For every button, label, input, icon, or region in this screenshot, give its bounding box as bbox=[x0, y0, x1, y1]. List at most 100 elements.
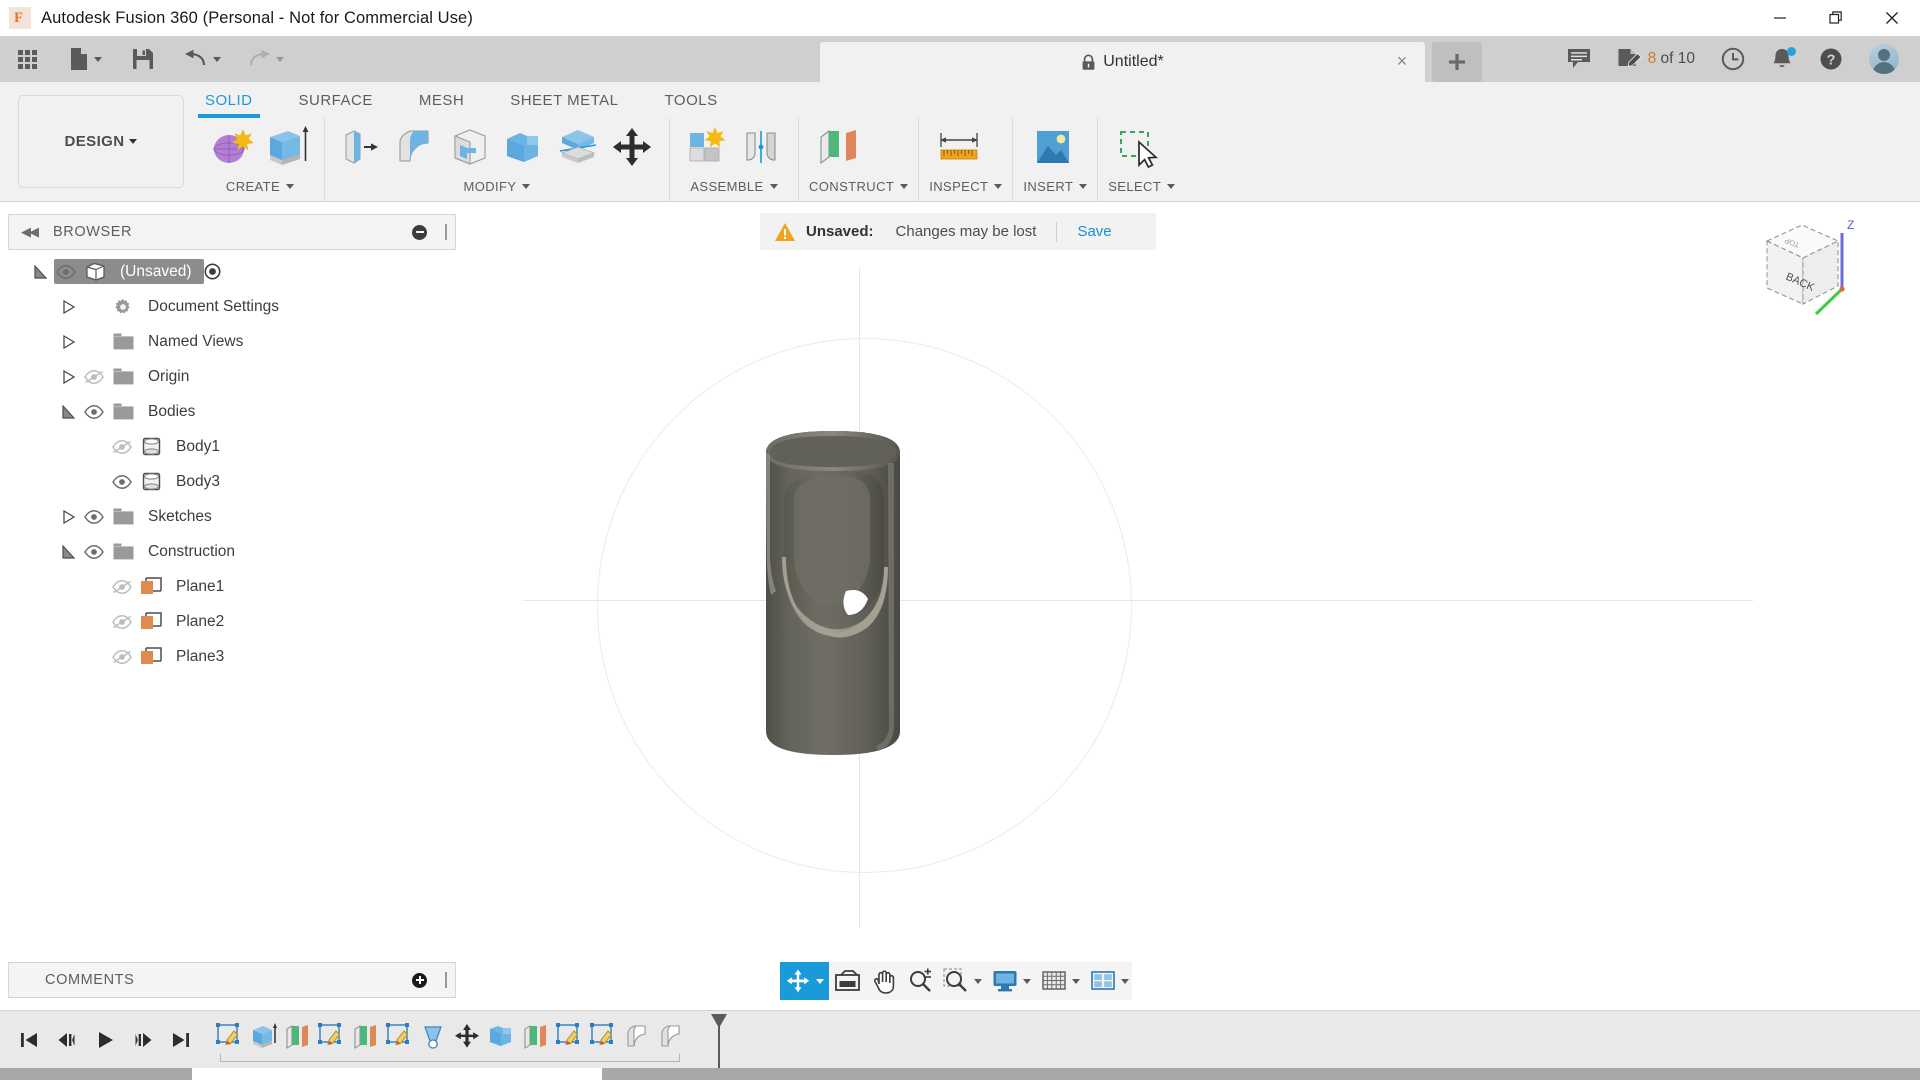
show-data-panel-button[interactable] bbox=[10, 36, 45, 82]
timeline-feature-item[interactable] bbox=[552, 1016, 586, 1056]
add-comment-icon[interactable] bbox=[412, 972, 427, 988]
view-cube[interactable]: BACK TOP Z bbox=[1742, 211, 1872, 321]
zoom-tool[interactable] bbox=[902, 962, 938, 1000]
display-settings-tool[interactable] bbox=[987, 962, 1036, 1000]
undo-button[interactable] bbox=[176, 36, 229, 82]
fillet-tool[interactable] bbox=[389, 120, 443, 174]
document-tab[interactable]: Untitled* × bbox=[820, 42, 1425, 82]
select-tool[interactable] bbox=[1108, 120, 1168, 174]
grid-snaps-tool[interactable] bbox=[1036, 962, 1085, 1000]
browser-tree-item[interactable]: Construction bbox=[8, 534, 456, 569]
timeline-feature-item[interactable] bbox=[314, 1016, 348, 1056]
browser-minimize-icon[interactable] bbox=[412, 224, 427, 240]
notifications-button[interactable] bbox=[1758, 36, 1806, 82]
go-to-end-button[interactable] bbox=[162, 1019, 200, 1061]
browser-tree-item[interactable]: Plane1 bbox=[8, 569, 456, 604]
job-status-button[interactable]: 8 of 10 bbox=[1604, 36, 1708, 82]
expand-arrow-expanded-icon[interactable] bbox=[58, 544, 80, 559]
offset-plane-tool[interactable] bbox=[809, 120, 869, 174]
play-button[interactable] bbox=[86, 1019, 124, 1061]
viewports-tool[interactable] bbox=[1085, 962, 1134, 1000]
step-back-button[interactable] bbox=[48, 1019, 86, 1061]
timeline-feature-item[interactable] bbox=[654, 1016, 688, 1056]
model-cylindrical-tube[interactable] bbox=[758, 303, 978, 803]
browser-tree-item[interactable]: Bodies bbox=[8, 394, 456, 429]
panel-assemble-label[interactable]: ASSEMBLE bbox=[680, 174, 788, 198]
timeline-feature-item[interactable] bbox=[620, 1016, 654, 1056]
browser-tree-item[interactable]: Origin bbox=[8, 359, 456, 394]
expand-arrow-collapsed-icon[interactable] bbox=[58, 509, 80, 524]
tab-tools[interactable]: TOOLS bbox=[665, 92, 718, 118]
combine-tool[interactable] bbox=[497, 120, 551, 174]
go-to-beginning-button[interactable] bbox=[10, 1019, 48, 1061]
tab-solid[interactable]: SOLID bbox=[198, 92, 259, 118]
panel-create-label[interactable]: CREATE bbox=[206, 174, 314, 198]
expand-arrow-expanded-icon[interactable] bbox=[30, 264, 52, 279]
look-at-tool[interactable] bbox=[829, 962, 866, 1000]
timeline-scroll-thumb[interactable] bbox=[192, 1068, 602, 1080]
expand-arrow-collapsed-icon[interactable] bbox=[58, 334, 80, 349]
browser-tree-item[interactable]: Document Settings bbox=[8, 289, 456, 324]
timeline-feature-item[interactable] bbox=[280, 1016, 314, 1056]
comments-button[interactable] bbox=[1554, 36, 1604, 82]
panel-inspect-label[interactable]: INSPECT bbox=[929, 174, 1003, 198]
press-pull-tool[interactable] bbox=[335, 120, 389, 174]
browser-resize-grip[interactable] bbox=[445, 224, 447, 240]
tab-mesh[interactable]: MESH bbox=[419, 92, 464, 118]
browser-tree-item[interactable]: Named Views bbox=[8, 324, 456, 359]
new-component-tool[interactable] bbox=[680, 120, 734, 174]
browser-tree-item[interactable]: Body1 bbox=[8, 429, 456, 464]
browser-tree-item[interactable]: Plane3 bbox=[8, 639, 456, 674]
browser-tree-item[interactable]: Plane2 bbox=[8, 604, 456, 639]
panel-insert-label[interactable]: INSERT bbox=[1023, 174, 1088, 198]
help-button[interactable]: ? bbox=[1806, 36, 1856, 82]
unsaved-save-link[interactable]: Save bbox=[1077, 223, 1111, 240]
expand-arrow-collapsed-icon[interactable] bbox=[58, 369, 80, 384]
close-button[interactable] bbox=[1864, 0, 1920, 36]
timeline-feature-item[interactable] bbox=[586, 1016, 620, 1056]
minimize-button[interactable] bbox=[1752, 0, 1808, 36]
comments-resize-grip[interactable] bbox=[445, 972, 447, 988]
panel-construct-label[interactable]: CONSTRUCT bbox=[809, 174, 909, 198]
insert-canvas-tool[interactable] bbox=[1023, 120, 1083, 174]
account-button[interactable] bbox=[1856, 36, 1912, 82]
timeline-feature-item[interactable] bbox=[518, 1016, 552, 1056]
browser-tree-item[interactable]: (Unsaved) bbox=[8, 254, 456, 289]
timeline-scrollbar[interactable] bbox=[0, 1068, 1920, 1080]
timeline-feature-item[interactable] bbox=[484, 1016, 518, 1056]
panel-select-label[interactable]: SELECT bbox=[1108, 174, 1176, 198]
maximize-restore-button[interactable] bbox=[1808, 0, 1864, 36]
browser-tree-item[interactable]: Sketches bbox=[8, 499, 456, 534]
timeline-feature-item[interactable] bbox=[348, 1016, 382, 1056]
activate-component-radio[interactable] bbox=[204, 263, 221, 280]
create-sketch-tool[interactable] bbox=[206, 120, 260, 174]
panel-modify-label[interactable]: MODIFY bbox=[335, 174, 659, 198]
joint-tool[interactable] bbox=[734, 120, 788, 174]
orbit-tool[interactable] bbox=[780, 962, 829, 1000]
move-copy-tool[interactable] bbox=[605, 120, 659, 174]
save-button[interactable] bbox=[124, 36, 162, 82]
pan-tool[interactable] bbox=[866, 962, 902, 1000]
timeline-feature-item[interactable] bbox=[382, 1016, 416, 1056]
timeline-feature-item[interactable] bbox=[212, 1016, 246, 1056]
new-document-tab-button[interactable] bbox=[1432, 42, 1482, 82]
workspace-switcher-button[interactable]: DESIGN bbox=[18, 95, 184, 188]
tab-surface[interactable]: SURFACE bbox=[299, 92, 373, 118]
step-forward-button[interactable] bbox=[124, 1019, 162, 1061]
timeline-feature-item[interactable] bbox=[450, 1016, 484, 1056]
tab-sheet-metal[interactable]: SHEET METAL bbox=[510, 92, 618, 118]
measure-tool[interactable] bbox=[929, 120, 989, 174]
document-tab-close-icon[interactable]: × bbox=[1393, 52, 1411, 71]
3d-viewport[interactable]: BACK TOP Z bbox=[458, 203, 1920, 948]
timeline-feature-item[interactable] bbox=[416, 1016, 450, 1056]
expand-arrow-collapsed-icon[interactable] bbox=[58, 299, 80, 314]
timeline-end-marker[interactable] bbox=[710, 1014, 728, 1068]
file-menu-button[interactable] bbox=[61, 36, 110, 82]
browser-tree-item[interactable]: Body3 bbox=[8, 464, 456, 499]
timeline-feature-item[interactable] bbox=[246, 1016, 280, 1056]
fit-tool[interactable] bbox=[938, 962, 987, 1000]
redo-button[interactable] bbox=[239, 36, 292, 82]
recent-activity-button[interactable] bbox=[1708, 36, 1758, 82]
shell-tool[interactable] bbox=[443, 120, 497, 174]
expand-arrow-expanded-icon[interactable] bbox=[58, 404, 80, 419]
